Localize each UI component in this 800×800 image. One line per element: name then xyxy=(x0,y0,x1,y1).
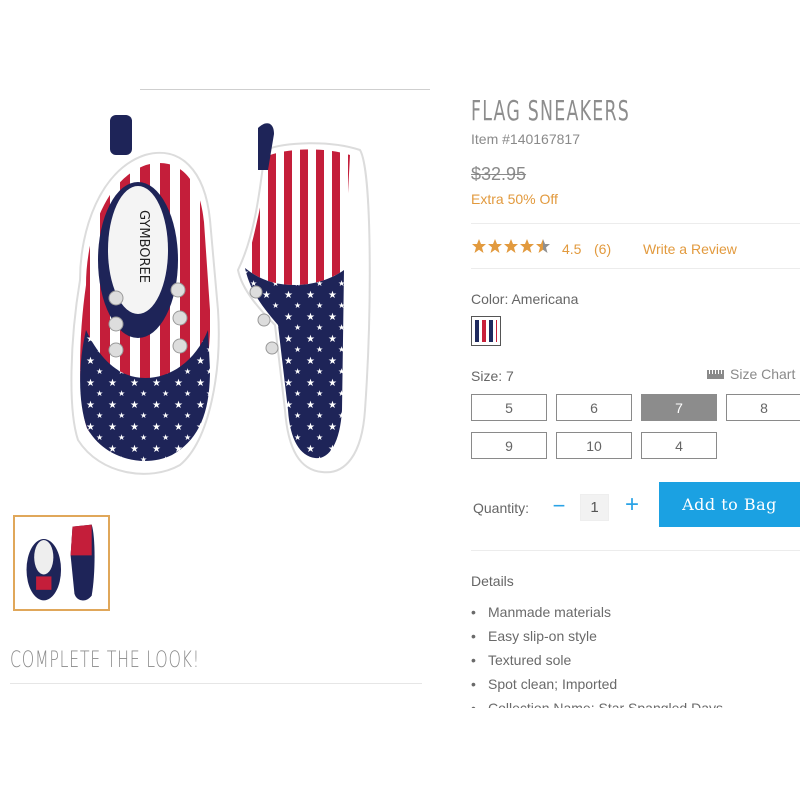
detail-text: Textured sole xyxy=(488,652,572,668)
detail-text: Spot clean; Imported xyxy=(488,676,618,692)
details-crop-mask xyxy=(460,708,800,728)
cart-divider xyxy=(471,550,800,551)
color-swatch-americana[interactable] xyxy=(471,316,501,346)
size-option-7[interactable]: 7 xyxy=(641,394,717,421)
quantity-decrease-button[interactable]: − xyxy=(551,493,567,519)
insole-logo: GYMBOREE xyxy=(136,210,151,283)
half-star-icon xyxy=(536,239,550,253)
size-option-9[interactable]: 9 xyxy=(471,432,547,459)
ruler-icon xyxy=(707,369,724,379)
quantity-label: Quantity: xyxy=(473,500,530,516)
complete-the-look-heading: COMPLETE THE LOOK! xyxy=(10,648,200,673)
star-icon xyxy=(520,239,534,253)
rating-stars xyxy=(471,238,551,254)
product-thumbnail[interactable] xyxy=(13,515,110,611)
add-to-bag-button[interactable]: Add to Bag xyxy=(659,482,800,527)
quantity-increase-button[interactable]: + xyxy=(623,491,641,519)
size-chart-label: Size Chart xyxy=(730,366,796,382)
details-heading: Details xyxy=(471,573,514,589)
price-divider xyxy=(471,223,800,224)
rating-value: 4.5 xyxy=(562,241,582,257)
color-label: Color: Americana xyxy=(471,291,579,307)
detail-text: Easy slip-on style xyxy=(488,628,597,644)
size-label: Size: 7 xyxy=(471,368,514,384)
write-review-link[interactable]: Write a Review xyxy=(643,241,737,257)
detail-text: Manmade materials xyxy=(488,604,611,620)
star-icon xyxy=(472,239,486,253)
star-icon xyxy=(504,239,518,253)
list-item: • Textured sole xyxy=(471,652,572,668)
swatch-pattern xyxy=(475,320,497,342)
product-main-image: ★ ★ GYMBOREE xyxy=(70,115,371,475)
size-option-6[interactable]: 6 xyxy=(556,394,632,421)
size-chart-link[interactable]: Size Chart xyxy=(707,366,795,382)
review-count[interactable]: (6) xyxy=(594,241,611,257)
size-option-10[interactable]: 10 xyxy=(556,432,632,459)
size-option-4[interactable]: 4 xyxy=(641,432,717,459)
quantity-input[interactable]: 1 xyxy=(580,494,609,521)
rating-divider xyxy=(471,268,800,269)
list-item: • Manmade materials xyxy=(471,604,611,620)
complete-the-look-divider xyxy=(10,683,422,684)
list-item: • Spot clean; Imported xyxy=(471,676,618,692)
original-price: $32.95 xyxy=(471,164,527,184)
list-item: • Easy slip-on style xyxy=(471,628,597,644)
size-option-8[interactable]: 8 xyxy=(726,394,800,421)
star-icon xyxy=(488,239,502,253)
item-number: Item #140167817 xyxy=(471,131,580,147)
promo-text: Extra 50% Off xyxy=(471,191,558,207)
top-divider xyxy=(140,89,430,90)
thumbnail-image xyxy=(26,524,95,601)
size-option-5[interactable]: 5 xyxy=(471,394,547,421)
details-list: • Manmade materials • Easy slip-on style •… xyxy=(471,604,723,724)
product-title: FLAG SNEAKERS xyxy=(471,94,631,127)
